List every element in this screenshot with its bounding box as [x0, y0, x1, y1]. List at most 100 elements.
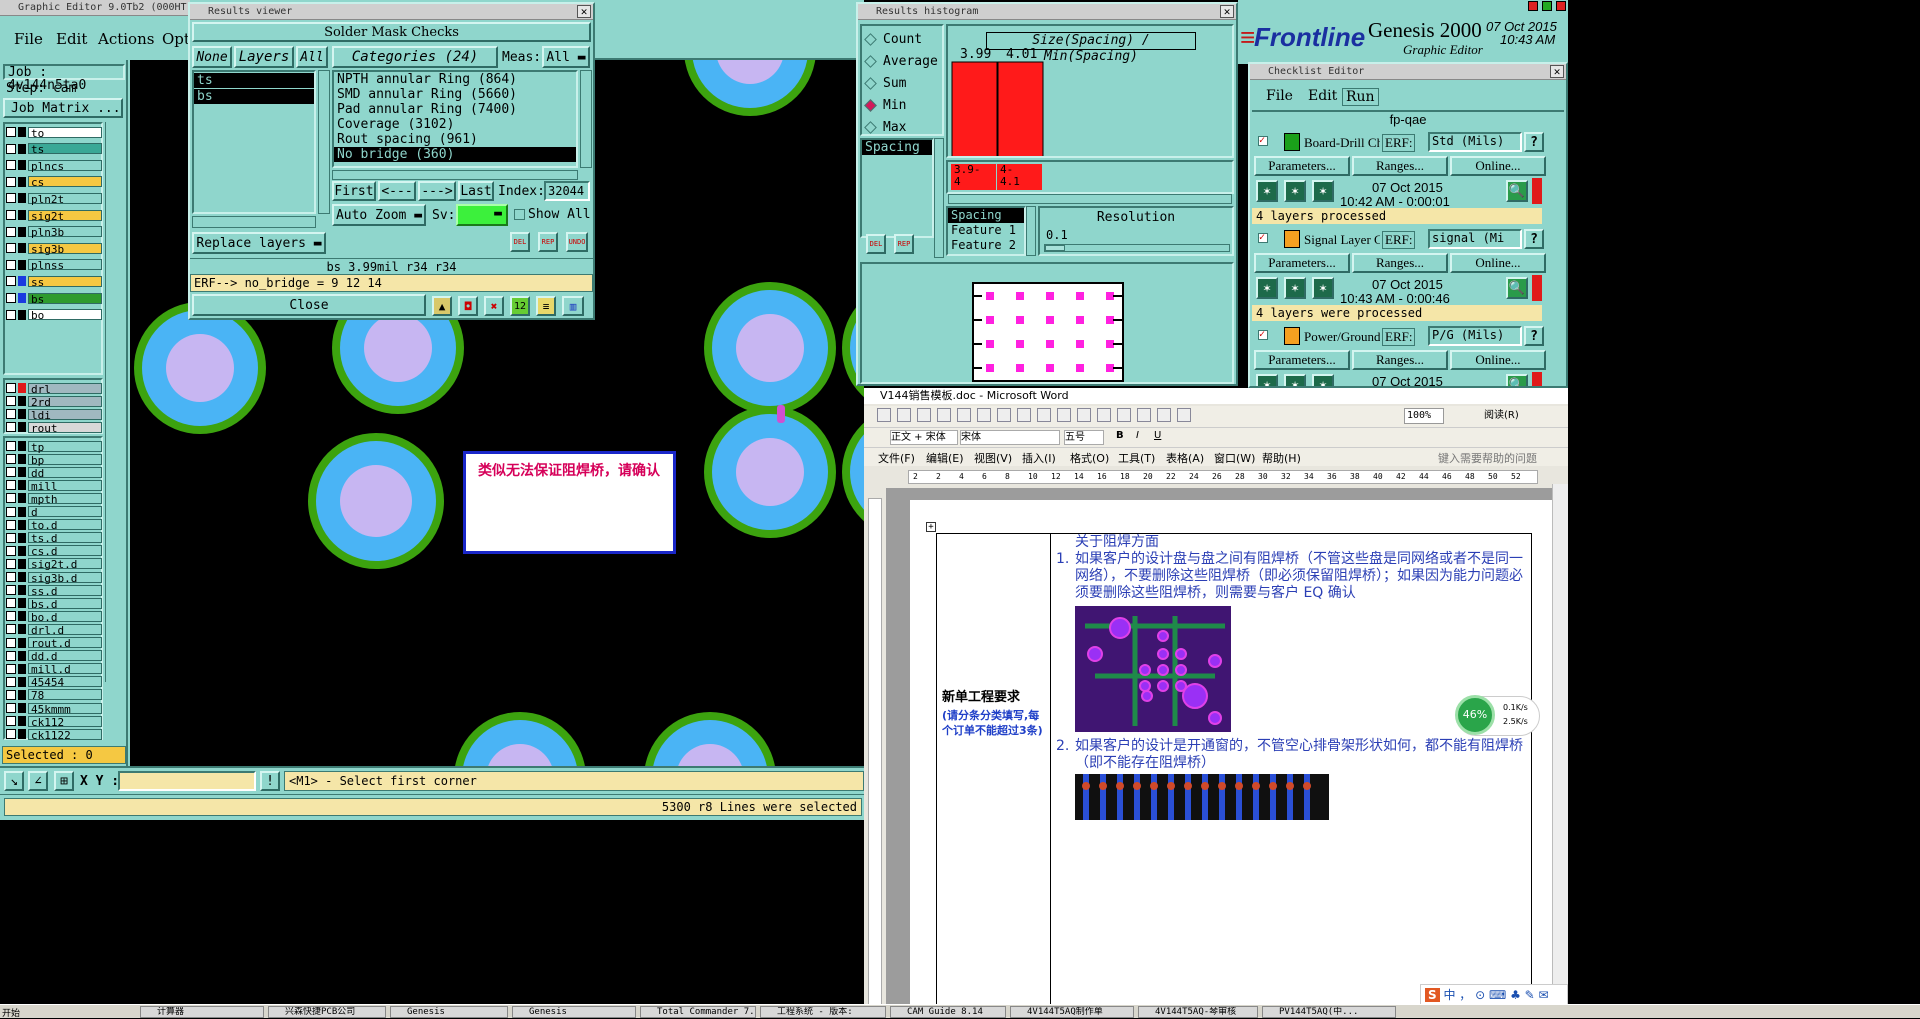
menu-file[interactable]: File [14, 30, 43, 48]
layer-row-mill.d[interactable]: mill.d [6, 663, 102, 675]
zoom-icon[interactable]: 🔍 [1506, 277, 1528, 299]
resolution-slider[interactable] [1044, 244, 1230, 252]
option-count[interactable]: Count [864, 30, 922, 48]
category-hscroll[interactable] [332, 170, 578, 180]
layer-row-sig2t[interactable]: sig2t [6, 209, 102, 222]
read-button[interactable]: 阅读(R) [1484, 406, 1519, 426]
save-icon[interactable] [917, 408, 931, 422]
run-all-icon[interactable]: ✶ [1284, 180, 1306, 202]
cl-menu-edit[interactable]: Edit [1308, 88, 1337, 104]
taskbar-item[interactable]: 计算器 [140, 1006, 264, 1018]
word-menu-item[interactable]: 格式(O) [1070, 450, 1109, 466]
category-scrollbar[interactable] [580, 70, 592, 168]
taskbar-item[interactable]: PV144T5AQ(中... [1262, 1006, 1396, 1018]
layer-row-sig2t.d[interactable]: sig2t.d [6, 558, 102, 570]
layer-row-to.d[interactable]: to.d [6, 519, 102, 531]
layer-row-2rd[interactable]: 2rd [6, 395, 102, 408]
undo-icon[interactable] [1077, 408, 1091, 422]
size-select[interactable]: 五号 [1064, 430, 1104, 445]
layer-row-sig3b[interactable]: sig3b [6, 242, 102, 255]
layer-checkbox[interactable] [6, 506, 16, 517]
layer-hscroll[interactable] [192, 216, 316, 228]
layer-checkbox[interactable] [6, 454, 16, 465]
run-icon[interactable]: ✶ [1256, 277, 1278, 299]
layer-checkbox[interactable] [6, 650, 16, 661]
stop-icon[interactable]: ✶ [1312, 180, 1334, 202]
layer-row-bo.d[interactable]: bo.d [6, 610, 102, 623]
layer-checkbox[interactable] [6, 689, 16, 700]
layer-item-bs[interactable]: bs [194, 89, 314, 104]
run-all-icon[interactable]: ✶ [1284, 374, 1306, 386]
category-item[interactable]: Pad annular Ring (7400) [334, 102, 576, 117]
erf-value[interactable]: Std (Mils) [1428, 132, 1522, 152]
table-icon[interactable] [1137, 408, 1151, 422]
layer-row-dd[interactable]: dd [6, 466, 102, 479]
replace-layers-select[interactable]: Replace layers ▬ [192, 232, 326, 254]
taskbar-item[interactable]: CAM Guide 8.14 [890, 1006, 1006, 1018]
layer-checkbox[interactable] [6, 441, 16, 451]
columns-icon[interactable] [1157, 408, 1171, 422]
item-name[interactable]: Board-Drill Che [1304, 135, 1380, 151]
layer-list[interactable]: ts bs [192, 70, 316, 214]
layer-checkbox[interactable] [6, 585, 16, 596]
ranges-button[interactable]: Ranges... [1352, 156, 1448, 176]
layer-row-ss.d[interactable]: ss.d [6, 584, 102, 597]
hist-rep-button[interactable]: REP [894, 234, 914, 254]
help-search[interactable]: 键入需要帮助的问题 [1438, 450, 1537, 466]
layer-row-plncs[interactable]: plncs [6, 159, 102, 172]
word-menu-item[interactable]: 视图(V) [974, 450, 1012, 466]
run-icon[interactable]: ✶ [1256, 374, 1278, 386]
option-average[interactable]: Average [864, 52, 938, 70]
radio-icon[interactable] [864, 98, 877, 112]
layer-row-ss[interactable]: ss [6, 275, 102, 288]
layer-row-bs[interactable]: bs [6, 292, 102, 305]
word-menu-item[interactable]: 工具(T) [1118, 450, 1155, 466]
stop-icon[interactable]: ✶ [1312, 374, 1334, 386]
open-icon[interactable] [897, 408, 911, 422]
parameters-button[interactable]: Parameters... [1254, 253, 1350, 273]
menu-actions[interactable]: Actions [98, 30, 154, 48]
copy-icon[interactable] [1037, 408, 1051, 422]
parameters-button[interactable]: Parameters... [1254, 156, 1350, 176]
parameters-button[interactable]: Parameters... [1254, 350, 1350, 370]
bold-button[interactable]: B [1116, 430, 1124, 441]
word-menu-item[interactable]: 文件(F) [878, 450, 915, 466]
category-item[interactable]: No bridge (360) [334, 147, 576, 162]
layer-row-to[interactable]: to [6, 126, 102, 139]
sv-select[interactable]: ▬ [456, 204, 508, 226]
layer-row-rout[interactable]: rout [6, 421, 102, 434]
prev-button[interactable]: <--- [378, 181, 416, 201]
layer-row-plnss[interactable]: plnss [6, 259, 102, 271]
job-matrix-button[interactable]: Job Matrix ... [3, 98, 123, 118]
radio-icon[interactable] [864, 76, 877, 90]
style-select[interactable]: 正文 + 宋体 [890, 430, 958, 445]
layer-row-pln3b[interactable]: pln3b [6, 226, 102, 238]
layer-row-78[interactable]: 78 [6, 689, 102, 701]
word-menu-item[interactable]: 插入(I) [1022, 450, 1056, 466]
radio-icon[interactable] [864, 32, 877, 46]
layer-checkbox[interactable] [6, 210, 16, 220]
taskbar-item[interactable]: 4V144T5AQ制作单 [1010, 1006, 1134, 1018]
word-menu-item[interactable]: 窗口(W) [1214, 450, 1255, 466]
layer-row-dd.d[interactable]: dd.d [6, 650, 102, 662]
layer-checkbox[interactable] [6, 545, 16, 556]
checklist-close-icon[interactable]: ✕ [1550, 65, 1564, 78]
option-max[interactable]: Max [864, 118, 906, 136]
hist-del-button[interactable]: DEL [866, 234, 886, 254]
layer-row-bs.d[interactable]: bs.d [6, 597, 102, 610]
redo-icon[interactable] [1097, 408, 1111, 422]
histogram-list[interactable]: Spacing [860, 138, 934, 238]
run-all-icon[interactable]: ✶ [1284, 277, 1306, 299]
cl-menu-run[interactable]: Run [1342, 88, 1379, 106]
run-icon[interactable]: ✶ [1256, 180, 1278, 202]
first-button[interactable]: First [332, 181, 376, 201]
layer-checkbox[interactable] [6, 160, 16, 171]
histogram-list-scroll[interactable] [934, 138, 944, 258]
grid-tool-icon[interactable]: ⊞ [54, 771, 74, 791]
permission-icon[interactable] [937, 408, 951, 422]
ranges-button[interactable]: Ranges... [1352, 253, 1448, 273]
layer-row-drl.d[interactable]: drl.d [6, 623, 102, 636]
category-item[interactable]: NPTH annular Ring (864) [334, 72, 576, 87]
layer-row-bp[interactable]: bp [6, 453, 102, 466]
online-button[interactable]: Online... [1450, 156, 1546, 176]
